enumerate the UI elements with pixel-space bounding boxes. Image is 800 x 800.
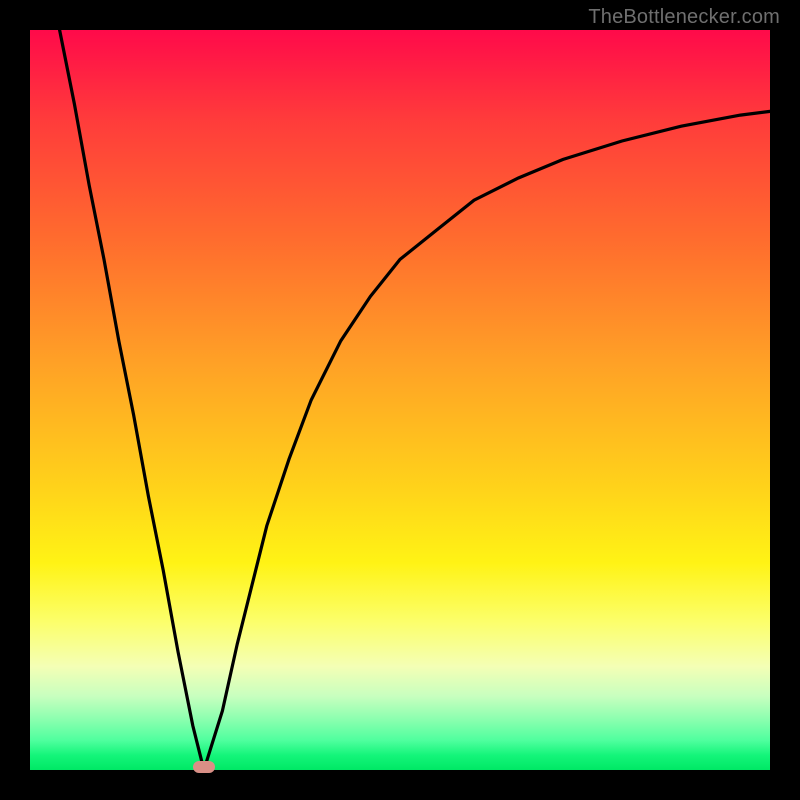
curve-layer — [30, 30, 770, 770]
curve-left-branch — [60, 30, 204, 770]
curve-right-branch — [204, 111, 770, 770]
plot-area — [30, 30, 770, 770]
minimum-marker — [193, 761, 215, 773]
chart-frame: TheBottlenecker.com — [0, 0, 800, 800]
watermark-text: TheBottlenecker.com — [588, 6, 780, 29]
